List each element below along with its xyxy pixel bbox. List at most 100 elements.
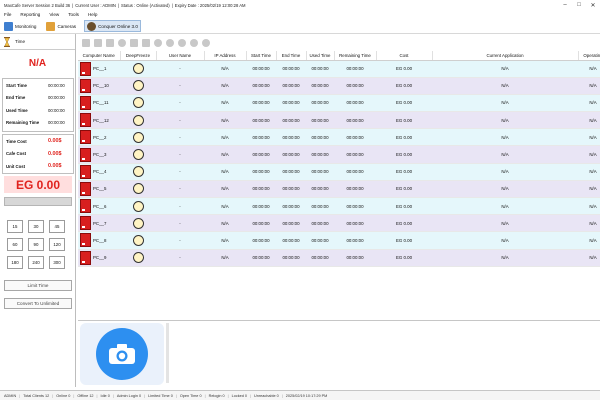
table-row[interactable]: PC__3- N/A 00:00:00 00:00:00 00:00:00 00:00:0… xyxy=(78,145,600,164)
end-time-cell: 00:00:00 xyxy=(276,163,306,181)
refresh-icon[interactable] xyxy=(202,38,210,47)
computer-offline-icon xyxy=(80,78,91,93)
cafe-cost-row: Cafe Cost 0.00$ xyxy=(6,150,62,157)
minimize-icon[interactable]: – xyxy=(558,0,572,10)
limit-time-button[interactable]: Limit Time xyxy=(4,280,72,291)
computer-offline-icon xyxy=(80,164,91,179)
convert-to-unlimited-button[interactable]: Convert To Unlimited xyxy=(4,298,72,309)
column-computer-name[interactable]: Computer Name xyxy=(78,51,121,61)
table-row[interactable]: PC__6- N/A 00:00:00 00:00:00 00:00:00 00:00:0… xyxy=(78,197,600,216)
column-user-name[interactable]: User Name xyxy=(156,51,205,61)
ip-address-cell: N/A xyxy=(204,60,246,78)
user-name-cell: - xyxy=(156,214,204,233)
table-row[interactable]: PC__8- N/A 00:00:00 00:00:00 00:00:00 00:00:0… xyxy=(78,231,600,250)
cost-cell: EG 0.00 xyxy=(376,111,432,130)
window-controls: – □ ✕ xyxy=(558,0,600,10)
column-end-time[interactable]: End Time xyxy=(276,51,307,61)
grid-toolbar xyxy=(78,34,600,51)
computer-name-wrapper: PC__11 xyxy=(78,95,120,110)
deepfreeze-icon xyxy=(132,149,144,161)
table-row[interactable]: PC__5- N/A 00:00:00 00:00:00 00:00:00 00:00:0… xyxy=(78,180,600,199)
maximize-icon[interactable]: □ xyxy=(572,0,586,10)
column-remaining-time[interactable]: Remaining Time xyxy=(334,51,377,61)
time-box: Start Time 00:00:00 End Time 00:00:00 Used… xyxy=(2,78,74,132)
column-operating[interactable]: Operating xyxy=(578,51,600,61)
table-row[interactable]: PC__12- N/A 00:00:00 00:00:00 00:00:00 00:00:… xyxy=(78,111,600,130)
tab-conquer-online[interactable]: Conquer Online 3.0 xyxy=(84,20,141,32)
lock-icon[interactable] xyxy=(142,38,150,47)
power-icon[interactable] xyxy=(154,38,162,47)
minutes-120-button[interactable]: 120 xyxy=(49,238,65,251)
close-icon[interactable]: ✕ xyxy=(586,0,600,10)
computer-offline-icon xyxy=(80,233,91,248)
check-icon[interactable] xyxy=(118,38,126,47)
start-time-row: Start Time 00:00:00 xyxy=(6,82,65,88)
menu-reporting[interactable]: Reporting xyxy=(20,12,40,17)
table-row[interactable]: PC__7- N/A 00:00:00 00:00:00 00:00:00 00:00:0… xyxy=(78,214,600,233)
camera-preview[interactable] xyxy=(80,323,164,385)
column-used-time[interactable]: Used Time xyxy=(306,51,335,61)
play-icon[interactable] xyxy=(82,38,90,47)
column-deepfreeze[interactable]: DeepFreeze xyxy=(120,51,157,61)
cost-cell: EG 0.00 xyxy=(376,77,432,95)
table-row[interactable]: PC__10- N/A 00:00:00 00:00:00 00:00:00 00:00:… xyxy=(78,77,600,95)
cost-cell: EG 0.00 xyxy=(376,60,432,78)
minutes-30-button[interactable]: 30 xyxy=(28,220,44,233)
logoff-icon[interactable] xyxy=(178,38,186,47)
used-time-cell: 00:00:00 xyxy=(306,94,334,113)
minutes-90-button[interactable]: 90 xyxy=(28,238,44,251)
restart-icon[interactable] xyxy=(166,38,174,47)
tab-monitoring[interactable]: Monitoring xyxy=(2,20,38,32)
ip-address-cell: N/A xyxy=(204,231,246,250)
time-header: Time xyxy=(0,34,75,50)
computer-name-wrapper: PC__10 xyxy=(78,78,120,93)
current-application-cell: N/A xyxy=(432,111,578,130)
operating-cell: N/A xyxy=(578,163,600,181)
current-application-cell: N/A xyxy=(432,249,578,267)
stop-icon[interactable] xyxy=(94,38,102,47)
status-offline: Offline 12 xyxy=(77,393,94,398)
computer-offline-icon xyxy=(80,216,91,231)
tab-cameras[interactable]: Cameras xyxy=(44,20,78,32)
settings-icon[interactable] xyxy=(190,38,198,47)
end-time-cell: 00:00:00 xyxy=(276,111,306,130)
menu-view[interactable]: View xyxy=(49,12,59,17)
minutes-180-button[interactable]: 180 xyxy=(7,256,23,269)
remaining-time-cell: 00:00:00 xyxy=(334,180,376,199)
ip-address-cell: N/A xyxy=(204,249,246,267)
used-time-cell: 00:00:00 xyxy=(306,145,334,164)
title-separator: | xyxy=(72,2,74,8)
column-start-time[interactable]: Start Time xyxy=(246,51,277,61)
table-row[interactable]: PC__11- N/A 00:00:00 00:00:00 00:00:00 00:00:… xyxy=(78,94,600,113)
computer-offline-icon xyxy=(80,95,91,110)
end-time-cell: 00:00:00 xyxy=(276,197,306,216)
message-icon[interactable] xyxy=(130,38,138,47)
user-name-cell: - xyxy=(156,94,204,113)
menu-help[interactable]: Help xyxy=(88,12,97,17)
column-current-application[interactable]: Current Application xyxy=(432,51,579,61)
column-cost[interactable]: Cost xyxy=(376,51,433,61)
status-admin-login: Admin Login 0 xyxy=(116,393,142,398)
column-ip-address[interactable]: IP Address xyxy=(204,51,247,61)
table-row[interactable]: PC__9- N/A 00:00:00 00:00:00 00:00:00 00:00:0… xyxy=(78,249,600,267)
minutes-60-button[interactable]: 60 xyxy=(7,238,23,251)
table-row[interactable]: PC__1- N/A 00:00:00 00:00:00 00:00:00 00:00:0… xyxy=(78,60,600,78)
computer-name: PC__3 xyxy=(93,152,107,158)
expiry-label: Expiry Date : 2025/02/19 12:00:28 AM xyxy=(174,2,246,8)
preview-scrollbar[interactable] xyxy=(166,323,169,383)
minutes-300-button[interactable]: 300 xyxy=(49,256,65,269)
minutes-45-button[interactable]: 45 xyxy=(49,220,65,233)
table-row[interactable]: PC__4- N/A 00:00:00 00:00:00 00:00:00 00:00:0… xyxy=(78,163,600,181)
status-open-time: Open Time 0 xyxy=(179,393,202,398)
minutes-240-button[interactable]: 240 xyxy=(28,256,44,269)
pause-icon[interactable] xyxy=(106,38,114,47)
deepfreeze-icon xyxy=(132,252,144,264)
menu-file[interactable]: File xyxy=(4,12,11,17)
menu-tools[interactable]: Tools xyxy=(68,12,79,17)
table-row[interactable]: PC__2- N/A 00:00:00 00:00:00 00:00:00 00:00:0… xyxy=(78,128,600,147)
cost-cell: EG 0.00 xyxy=(376,94,432,113)
remaining-time-row: Remaining Time 00:00:00 xyxy=(6,120,65,126)
deepfreeze-cell xyxy=(120,111,156,130)
minutes-15-button[interactable]: 15 xyxy=(7,220,23,233)
cost-cell: EG 0.00 xyxy=(376,197,432,216)
